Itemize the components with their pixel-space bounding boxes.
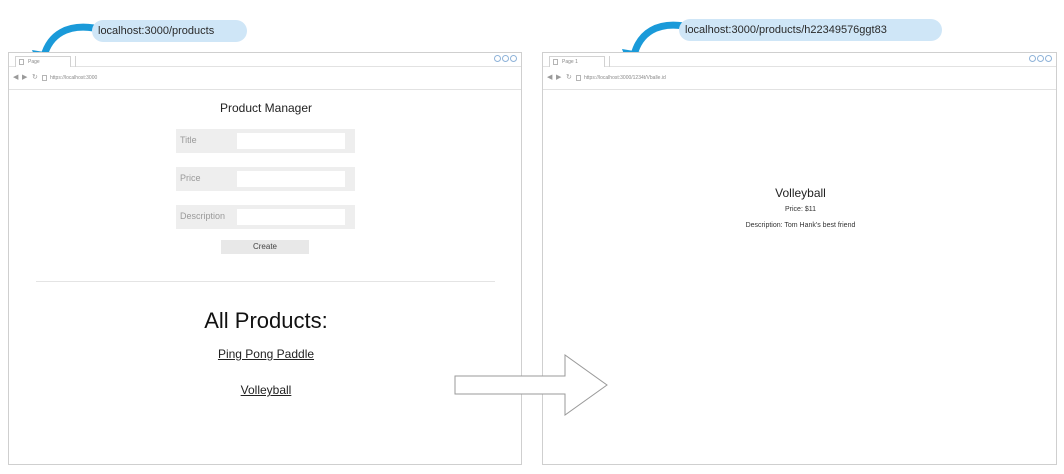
tab-label: Page 1 bbox=[562, 59, 578, 65]
browser-window-products: Page ◀ ▶ ↻ https://localhost:3000 Produc… bbox=[8, 52, 522, 465]
product-name: Volleyball bbox=[775, 186, 826, 200]
page-title: Product Manager bbox=[219, 101, 313, 115]
refresh-icon[interactable]: ↻ bbox=[566, 74, 572, 82]
page-icon bbox=[553, 59, 558, 65]
product-description: Description: Tom Hank's best friend bbox=[745, 222, 856, 229]
new-tab-button[interactable] bbox=[609, 56, 617, 67]
address-bar: ◀ ▶ ↻ https://localhost:3000/1234t/Vball… bbox=[543, 68, 1056, 90]
window-controls bbox=[1029, 55, 1052, 62]
url-text[interactable]: https://localhost:3000 bbox=[50, 74, 97, 82]
description-label: Description bbox=[180, 211, 226, 221]
back-arrow-icon[interactable]: ◀ bbox=[13, 74, 18, 82]
close-icon[interactable] bbox=[1045, 55, 1052, 62]
page-icon bbox=[19, 59, 24, 65]
description-form-row: Description bbox=[176, 205, 355, 229]
divider bbox=[36, 281, 495, 282]
browser-window-product-detail: Page 1 ◀ ▶ ↻ https://localhost:3000/1234… bbox=[542, 52, 1057, 465]
product-link-ping-pong-paddle[interactable]: Ping Pong Paddle bbox=[9, 347, 523, 361]
title-form-row: Title bbox=[176, 129, 355, 153]
back-arrow-icon[interactable]: ◀ bbox=[547, 74, 552, 82]
description-input[interactable] bbox=[237, 209, 345, 225]
refresh-icon[interactable]: ↻ bbox=[32, 74, 38, 82]
forward-arrow-icon[interactable]: ▶ bbox=[22, 74, 27, 82]
tab-bar: Page bbox=[9, 53, 521, 67]
transition-arrow-icon bbox=[454, 354, 608, 416]
minimize-icon[interactable] bbox=[494, 55, 501, 62]
page-icon bbox=[42, 75, 47, 81]
minimize-icon[interactable] bbox=[1029, 55, 1036, 62]
create-button[interactable]: Create bbox=[221, 240, 309, 254]
tab-label: Page bbox=[28, 59, 40, 65]
close-icon[interactable] bbox=[510, 55, 517, 62]
maximize-icon[interactable] bbox=[502, 55, 509, 62]
new-tab-button[interactable] bbox=[75, 56, 83, 67]
url-text[interactable]: https://localhost:3000/1234t/Vballe.id bbox=[584, 74, 666, 82]
browser-tab[interactable]: Page bbox=[15, 56, 71, 67]
window-controls bbox=[494, 55, 517, 62]
tab-bar: Page 1 bbox=[543, 53, 1056, 67]
title-label: Title bbox=[180, 135, 197, 145]
product-price: Price: $11 bbox=[785, 206, 816, 213]
price-label: Price bbox=[180, 173, 201, 183]
all-products-heading: All Products: bbox=[204, 308, 328, 333]
product-link-volleyball[interactable]: Volleyball bbox=[9, 383, 523, 397]
title-input[interactable] bbox=[237, 133, 345, 149]
forward-arrow-icon[interactable]: ▶ bbox=[556, 74, 561, 82]
browser-tab[interactable]: Page 1 bbox=[549, 56, 605, 67]
price-input[interactable] bbox=[237, 171, 345, 187]
url-annotation-product-detail: localhost:3000/products/h22349576ggt83 bbox=[679, 19, 942, 41]
price-form-row: Price bbox=[176, 167, 355, 191]
maximize-icon[interactable] bbox=[1037, 55, 1044, 62]
address-bar: ◀ ▶ ↻ https://localhost:3000 bbox=[9, 68, 521, 90]
page-icon bbox=[576, 75, 581, 81]
url-annotation-products: localhost:3000/products bbox=[92, 20, 247, 42]
